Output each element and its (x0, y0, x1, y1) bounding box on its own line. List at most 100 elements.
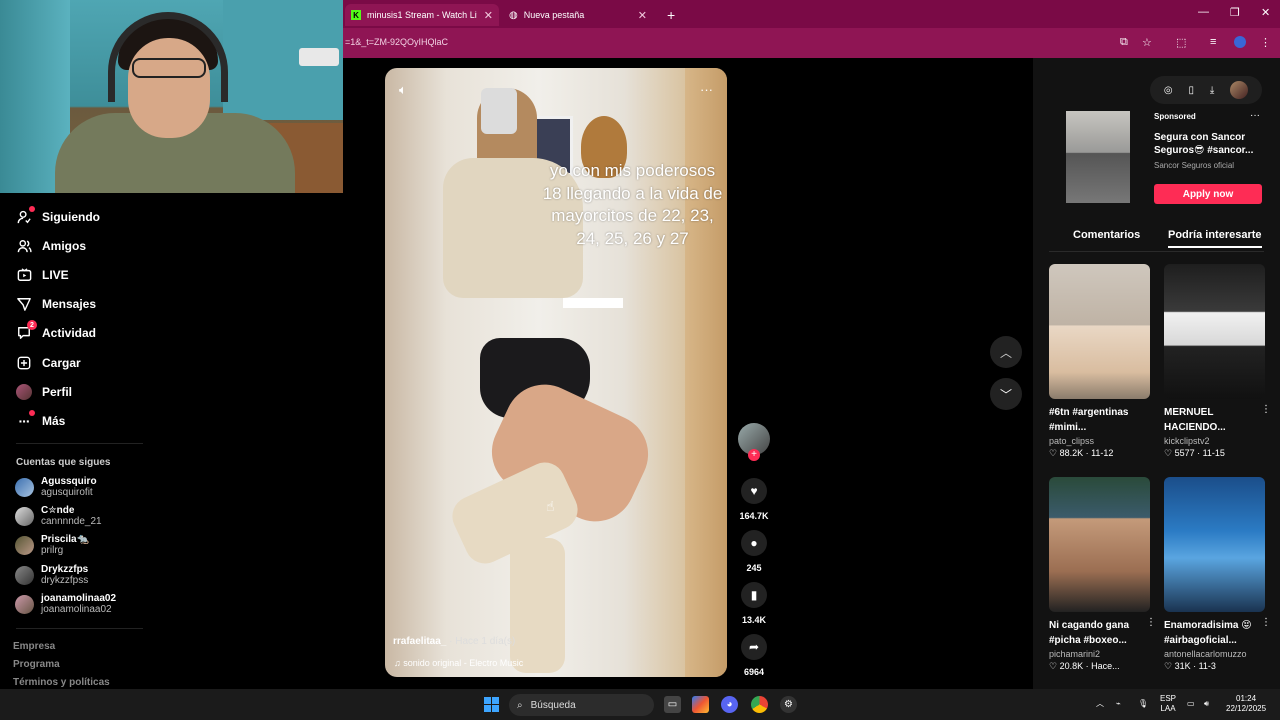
volume-icon[interactable]: 🔊︎ (1204, 699, 1209, 709)
upload-plus-icon (16, 355, 32, 371)
task-view-icon[interactable]: ▭ (664, 696, 681, 713)
following-account[interactable]: Agussquiro agusquirofit (15, 475, 97, 499)
copilot-icon[interactable] (692, 696, 709, 713)
language-indicator[interactable]: ESP LAA (1160, 694, 1176, 714)
account-username: cannnnde_21 (41, 516, 102, 527)
browser-menu-icon[interactable]: ⋮ (1260, 36, 1271, 49)
discord-icon[interactable]: ◕ (721, 696, 738, 713)
sidebar-item-messages[interactable]: Mensajes (16, 293, 96, 315)
close-tab-icon[interactable]: ✕ (638, 9, 647, 22)
video-thumbnail (1164, 264, 1265, 399)
suggested-video-card[interactable]: MERNUEL HACIENDO... kickclipstv2 ♡ 5577 … (1164, 264, 1271, 459)
close-tab-icon[interactable]: ✕ (484, 9, 493, 22)
kick-favicon-icon: K (351, 10, 361, 20)
sidebar-item-following[interactable]: Siguiendo (16, 206, 100, 228)
ad-title[interactable]: Segura con Sancor Seguros😎 #sancor... (1154, 131, 1262, 157)
address-bar: =1&_t=ZM-92QOyIHQlaC ⧉ ☆ ⬚ ≡ ⋮ (343, 28, 1280, 58)
card-title: MERNUEL HACIENDO... (1164, 407, 1226, 433)
download-icon[interactable]: ⤓ (1210, 85, 1214, 96)
chrome-icon[interactable] (751, 696, 768, 713)
comment-icon[interactable]: ● (741, 530, 767, 556)
card-more-icon[interactable]: ⋮ (1261, 617, 1271, 628)
live-tv-icon (16, 267, 32, 283)
tab-comments[interactable]: Comentarios (1073, 229, 1140, 241)
minimize-icon[interactable]: — (1198, 6, 1209, 18)
ad-sponsored-label: Sponsored (1154, 112, 1196, 121)
network-icon[interactable]: ⌁ (1116, 699, 1121, 709)
restore-icon[interactable]: ❐ (1230, 6, 1240, 19)
suggested-video-card[interactable]: #6tn #argentinas #mimi... pato_clipss ♡ … (1049, 264, 1150, 459)
footer-link-terms[interactable]: Términos y políticas (13, 677, 110, 688)
video-author[interactable]: rrafaelitaa_ · Hace 1 día(s) (393, 636, 515, 647)
profile-icon[interactable] (1234, 36, 1246, 51)
volume-icon[interactable]: 🔈︎ (399, 82, 407, 98)
account-avatar (15, 565, 34, 585)
tab-you-may-like[interactable]: Podría interesarte (1168, 229, 1262, 248)
card-meta: ♡ 88.2K · 11-12 (1049, 448, 1114, 458)
sidebar-item-activity[interactable]: 2 Actividad (16, 320, 96, 344)
suggested-video-card[interactable]: Enamoradisima 😝 #airbagoficial... antone… (1164, 477, 1271, 672)
sidebar-item-more[interactable]: ··· Más (16, 410, 65, 432)
ad-thumbnail[interactable] (1066, 111, 1130, 203)
video-more-icon[interactable]: ··· (700, 82, 713, 97)
chevron-up-icon[interactable]: ︿ (1096, 699, 1104, 709)
card-more-icon[interactable]: ⋮ (1146, 617, 1156, 628)
account-username: agusquirofit (41, 487, 93, 498)
following-account[interactable]: joanamolinaa02 joanamolinaa02 (15, 592, 116, 616)
bookmark-star-icon[interactable]: ☆ (1142, 36, 1152, 49)
extensions-icon[interactable]: ⬚ (1176, 36, 1186, 49)
ad-more-icon[interactable]: ··· (1250, 110, 1260, 121)
sidebar-item-upload[interactable]: Cargar (16, 352, 81, 374)
following-account[interactable]: Drykzzfps drykzzfpss (15, 563, 88, 587)
bookmark-icon[interactable]: ▮ (741, 582, 767, 608)
url-input[interactable]: =1&_t=ZM-92QOyIHQlaC (345, 37, 448, 47)
account-username: joanamolinaa02 (41, 604, 112, 615)
language-layout: LAA (1160, 704, 1176, 713)
share-arrow-icon[interactable]: ➦ (741, 634, 767, 660)
user-avatar[interactable] (1230, 81, 1249, 99)
share-count: 6964 (743, 667, 765, 677)
follow-plus-icon[interactable]: + (748, 449, 760, 461)
send-icon (16, 296, 32, 312)
apply-now-button[interactable]: Apply now (1154, 184, 1262, 204)
video-player[interactable]: 🔈︎ ··· yo con mis poderosos 18 llegando … (385, 68, 727, 677)
microphone-icon[interactable]: 🎙︎ (1138, 699, 1148, 709)
sidebar: Siguiendo Amigos LIVE Mensajes 2 Activid… (0, 193, 343, 689)
suggested-video-card[interactable]: Ni cagando gana #picha #boxeo... pichama… (1049, 477, 1156, 672)
previous-video-chevron-up-icon[interactable]: ︿ (990, 336, 1022, 368)
search-placeholder: Búsqueda (530, 699, 576, 711)
footer-link-program[interactable]: Programa (13, 659, 60, 670)
windows-start-icon[interactable] (484, 697, 499, 712)
next-video-chevron-down-icon[interactable]: ﹀ (990, 378, 1022, 410)
account-avatar (15, 477, 34, 497)
friends-icon (16, 238, 32, 254)
compass-icon[interactable]: ◎ (1164, 85, 1173, 96)
video-sound[interactable]: ♫ sonido original - Electro Music (394, 658, 523, 668)
taskbar-search[interactable]: ⌕ Búsqueda (509, 694, 654, 716)
card-meta: ♡ 31K · 11-3 (1164, 661, 1216, 671)
browser-tab-new[interactable]: ◍ Nueva pestaña ✕ (503, 4, 653, 26)
clock[interactable]: 01:24 22/12/2025 (1226, 694, 1266, 714)
card-more-icon[interactable]: ⋮ (1261, 404, 1271, 415)
new-tab-plus-icon[interactable]: + (661, 4, 681, 26)
following-account[interactable]: C✮nde cannnnde_21 (15, 504, 102, 528)
following-account[interactable]: Priscila🐀 prilrg (15, 533, 89, 557)
sidebar-divider (16, 443, 143, 444)
monitor-icon[interactable]: ▭ (1187, 699, 1195, 709)
sidebar-item-live[interactable]: LIVE (16, 264, 69, 286)
activity-icon: 2 (16, 320, 37, 341)
sidebar-item-friends[interactable]: Amigos (16, 235, 86, 257)
media-control-icon[interactable]: ≡ (1210, 36, 1216, 48)
app-icon[interactable]: ⚙ (780, 696, 797, 713)
like-heart-icon[interactable]: ♥ (741, 478, 767, 504)
sidebar-item-label: Amigos (42, 239, 87, 253)
browser-tab-kick[interactable]: K minusis1 Stream - Watch Live o ✕ (345, 4, 499, 26)
account-username: drykzzfpss (41, 575, 89, 586)
footer-link-company[interactable]: Empresa (13, 641, 55, 652)
sidebar-item-label: Siguiendo (42, 210, 100, 224)
sidebar-item-profile[interactable]: Perfil (16, 381, 72, 403)
window-close-icon[interactable]: ✕ (1261, 6, 1270, 19)
open-in-app-icon[interactable]: ⧉ (1120, 36, 1128, 49)
mobile-icon[interactable]: ▯ (1188, 85, 1194, 96)
account-avatar (15, 535, 34, 555)
